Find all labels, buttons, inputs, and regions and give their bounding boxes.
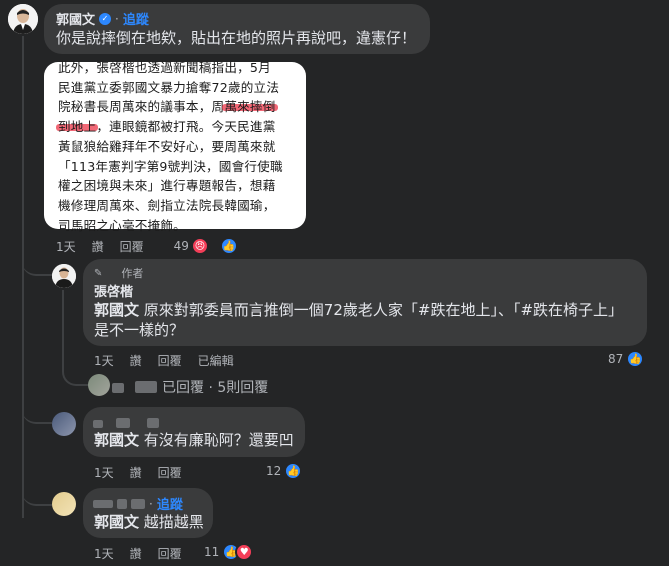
comment-actions: 1天 讚 回覆 49 😠 👍: [56, 237, 270, 255]
reaction-count: 87: [608, 352, 624, 366]
reaction-summary[interactable]: 87 👍: [608, 350, 645, 368]
like-reaction-icon: 👍: [284, 462, 303, 480]
heart-reaction-icon: ♥: [235, 543, 254, 561]
image-line: 司馬昭之心毫不掩飾。: [58, 217, 186, 233]
image-line-part: ，連眼鏡都被打飛。今天民進黨: [96, 119, 276, 135]
author-tag: ✎ 作者: [94, 265, 159, 281]
comment-actions: 1天 讚 回覆 已編輯: [94, 352, 250, 369]
comment-text: 郭國文 有沒有廉恥阿？還要凹: [94, 430, 294, 450]
blurred-segment: [93, 420, 103, 428]
avatar-blurred[interactable]: [52, 492, 76, 516]
reaction-count: 11: [204, 545, 220, 559]
highlight-mark: 到地上: [58, 119, 96, 134]
image-line: 機修理周萬來、劍指立法院長韓國瑜，: [58, 197, 276, 213]
image-line: 院秘書長周萬來的議事本，周萬來摔倒: [58, 97, 308, 117]
comment-author[interactable]: 郭國文: [56, 9, 95, 28]
comment-text: 你是說摔倒在地欸，貼出在地的照片再說吧，違憲仔！: [56, 29, 417, 47]
comment-actions: 1天 讚 回覆: [94, 545, 198, 562]
avatar-zhang-qikai[interactable]: [52, 264, 76, 288]
thread-connector: [22, 256, 52, 276]
like-button[interactable]: 讚: [130, 545, 142, 562]
highlight-mark: 萬來摔倒: [224, 99, 275, 114]
image-line: 黃鼠狼給雞拜年不安好心，要周萬來就: [58, 138, 276, 154]
thread-line: [22, 36, 24, 518]
highlighted-text: 萬來摔倒: [224, 99, 276, 115]
blurred-segment: [135, 381, 158, 393]
image-line: 到地上，連眼鏡都被打飛。今天民進黨: [58, 117, 308, 137]
comment-text: 郭國文 越描越黑: [94, 512, 204, 532]
comment-text-body: 越描越黑: [143, 513, 204, 531]
comment-actions: 1天 讚 回覆: [94, 464, 198, 481]
comment-text-body: 有沒有廉恥阿？還要凹: [143, 431, 294, 449]
reaction-summary[interactable]: 12 👍: [266, 462, 303, 480]
like-reaction-icon: 👍: [626, 350, 645, 368]
like-button[interactable]: 讚: [130, 464, 142, 481]
pencil-icon: ✎: [94, 267, 103, 279]
timestamp[interactable]: 1天: [94, 352, 114, 369]
separator: ·: [149, 496, 153, 511]
angry-reaction-icon: 😠: [190, 237, 209, 255]
follow-link[interactable]: 追蹤: [157, 494, 183, 513]
like-reaction-icon: 👍: [219, 237, 238, 255]
highlighted-text: 到地上: [58, 119, 97, 135]
avatar-portrait-icon: [8, 4, 38, 34]
reply-button[interactable]: 回覆: [158, 545, 182, 562]
separator: ·: [115, 11, 119, 26]
comment-text-line: 原來對郭委員而言推倒一個72歲老人家「#跌在地上」、「#跌在椅子上」: [143, 301, 624, 319]
avatar-blurred[interactable]: [52, 412, 76, 436]
thread-connector: [22, 484, 52, 506]
mention-link[interactable]: 郭國文: [94, 431, 139, 449]
avatar-guo-guowen[interactable]: [8, 4, 38, 34]
blurred-segment: [93, 499, 113, 508]
avatar-portrait-icon: [52, 264, 76, 288]
reply-button[interactable]: 回覆: [158, 352, 182, 369]
image-line: 此外，張啓楷也透過新聞稿指出，5月: [58, 60, 271, 75]
reaction-count: 12: [266, 464, 282, 478]
like-button[interactable]: 讚: [130, 352, 142, 369]
author-tag-label: 作者: [121, 267, 144, 280]
blurred-segment: [147, 418, 160, 428]
blurred-segment: [112, 383, 124, 393]
image-text-block: 此外，張啓楷也透過新聞稿指出，5月 民進黨立委郭國文暴力搶奪72歲的立法 院秘書…: [58, 58, 308, 235]
avatar-blurred[interactable]: [88, 374, 110, 396]
reaction-summary[interactable]: 11 👍 ♥: [204, 543, 254, 561]
replies-summary-link[interactable]: 已回覆 · 5則回覆: [162, 377, 268, 397]
blurred-segment: [117, 498, 127, 509]
comment-header: 郭國文 ✓ · 追蹤: [56, 9, 149, 29]
reaction-summary[interactable]: 49 😠 👍: [174, 237, 254, 255]
comment-author[interactable]: 張啓楷: [94, 281, 133, 300]
edited-label[interactable]: 已編輯: [198, 352, 234, 369]
verified-badge-icon: ✓: [99, 12, 112, 25]
mention-link[interactable]: 郭國文: [94, 513, 139, 531]
like-button[interactable]: 讚: [92, 238, 104, 255]
timestamp[interactable]: 1天: [56, 238, 76, 255]
image-line: 「113年憲判字第9號判決，國會行使職: [58, 158, 283, 174]
comment-text-line: 是不一樣的？: [94, 321, 185, 339]
image-line-part: 院秘書長周萬來的議事本，周: [58, 99, 225, 115]
thread-connector: [62, 290, 90, 386]
reply-button[interactable]: 回覆: [120, 238, 144, 255]
comment-header: · 追蹤: [93, 494, 183, 513]
timestamp[interactable]: 1天: [94, 545, 114, 562]
thread-connector: [22, 400, 52, 424]
image-line: 民進黨立委郭國文暴力搶奪72歲的立法: [58, 79, 280, 95]
comment-text: 郭國文 原來對郭委員而言推倒一個72歲老人家「#跌在地上」、「#跌在椅子上」 是…: [94, 300, 642, 340]
blurred-name: [112, 378, 158, 397]
reaction-count: 49: [173, 239, 189, 253]
timestamp[interactable]: 1天: [94, 464, 114, 481]
mention-link[interactable]: 郭國文: [94, 301, 139, 319]
blurred-segment: [131, 498, 145, 509]
reply-button[interactable]: 回覆: [158, 464, 182, 481]
image-line: 權之困境與未來」進行專題報告，想藉: [58, 178, 276, 194]
blurred-segment: [116, 418, 131, 428]
follow-link[interactable]: 追蹤: [123, 9, 149, 28]
